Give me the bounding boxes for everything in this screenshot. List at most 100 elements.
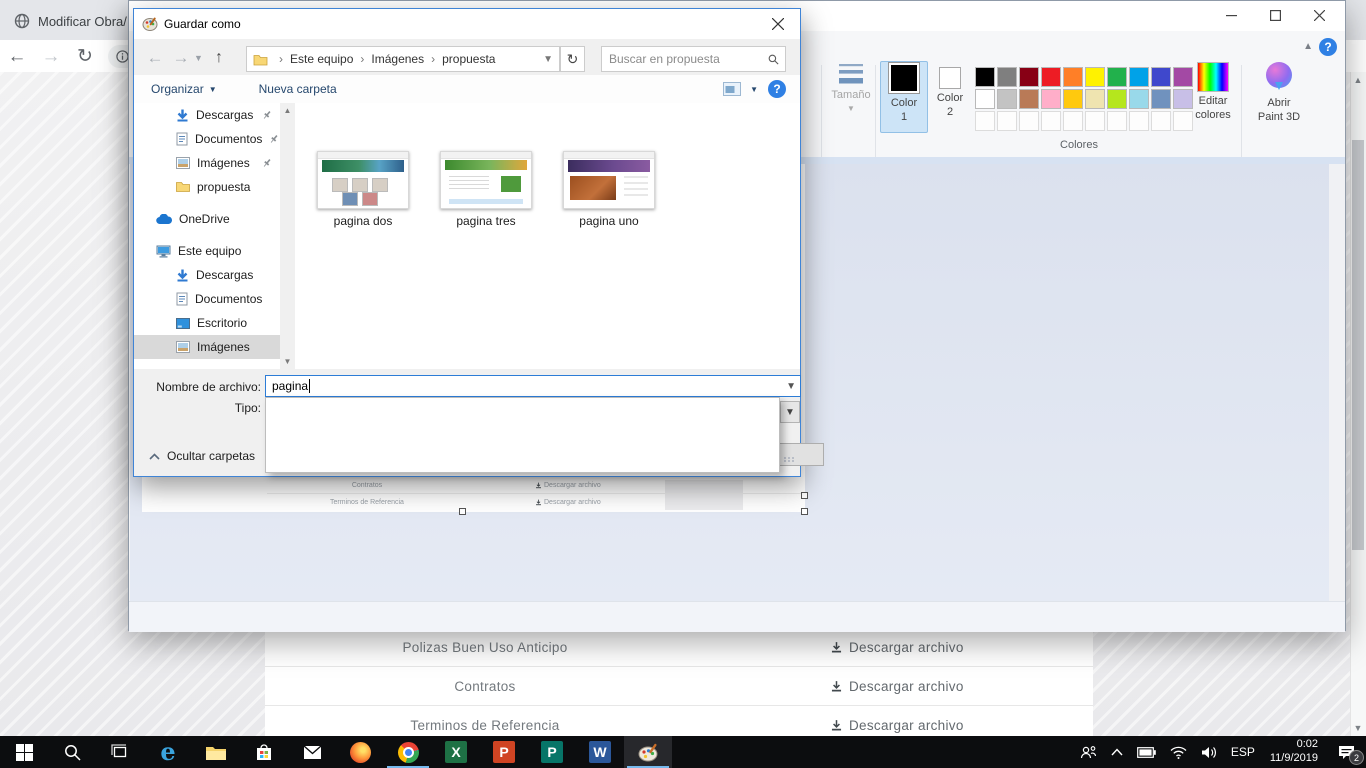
taskbar-publisher-button[interactable]: P	[528, 736, 576, 768]
palette-color-swatch[interactable]	[1129, 67, 1149, 87]
palette-color-swatch[interactable]	[975, 67, 995, 87]
open-paint3d-button[interactable]: Abrir Paint 3D	[1251, 61, 1307, 133]
palette-empty-cell[interactable]	[997, 111, 1017, 131]
sidebar-item-documentos[interactable]: Documentos	[134, 287, 280, 311]
palette-empty-cell[interactable]	[1107, 111, 1127, 131]
taskbar-firefox-button[interactable]	[336, 736, 384, 768]
sidebar-item-descargas[interactable]: Descargas	[134, 103, 280, 127]
scroll-down-icon[interactable]: ▼	[1350, 720, 1366, 736]
palette-color-swatch[interactable]	[1041, 67, 1061, 87]
breadcrumb-item[interactable]: propuesta	[442, 52, 495, 66]
palette-empty-cell[interactable]	[1041, 111, 1061, 131]
up-icon[interactable]: ↑	[206, 49, 232, 67]
battery-icon[interactable]	[1130, 736, 1163, 768]
taskbar-paint-button[interactable]	[624, 736, 672, 768]
browser-reload-icon[interactable]: ↻	[68, 47, 102, 66]
taskbar-chrome-button[interactable]	[384, 736, 432, 768]
language-indicator[interactable]: ESP	[1224, 736, 1262, 768]
dialog-close-button[interactable]	[755, 9, 800, 38]
minimize-button[interactable]	[1209, 1, 1253, 30]
palette-color-swatch[interactable]	[1151, 67, 1171, 87]
chevron-down-icon[interactable]: ▼	[750, 85, 758, 94]
tray-clock[interactable]: 0:02 11/9/2019	[1262, 738, 1326, 766]
scroll-up-icon[interactable]: ▲	[280, 103, 295, 118]
palette-color-swatch[interactable]	[1085, 89, 1105, 109]
dialog-resize-grip[interactable]	[784, 457, 795, 462]
sidebar-item-descargas[interactable]: Descargas	[134, 263, 280, 287]
taskbar-mail-button[interactable]	[288, 736, 336, 768]
chevron-down-icon[interactable]: ▼	[786, 381, 796, 392]
palette-color-swatch[interactable]	[975, 89, 995, 109]
sidebar-item-imágenes[interactable]: Imágenes	[134, 335, 280, 359]
palette-empty-cell[interactable]	[1151, 111, 1171, 131]
palette-color-swatch[interactable]	[1129, 89, 1149, 109]
forward-icon[interactable]: →	[168, 48, 194, 68]
paint-help-icon[interactable]: ?	[1319, 38, 1337, 56]
type-combobox-chevron[interactable]: ▼	[780, 401, 800, 423]
back-icon[interactable]: ←	[142, 48, 168, 68]
palette-empty-cell[interactable]	[975, 111, 995, 131]
browser-back-icon[interactable]: ←	[0, 47, 34, 66]
hide-folders-button[interactable]: Ocultar carpetas	[149, 449, 255, 463]
taskbar-start-button[interactable]	[0, 736, 48, 768]
taskbar-excel-button[interactable]: X	[432, 736, 480, 768]
canvas-vscrollbar[interactable]	[1329, 164, 1345, 601]
browser-scrollbar-thumb[interactable]	[1352, 140, 1364, 550]
maximize-button[interactable]	[1253, 1, 1297, 30]
palette-color-swatch[interactable]	[1019, 89, 1039, 109]
palette-empty-cell[interactable]	[1085, 111, 1105, 131]
file-item-pagina-tres[interactable]: pagina tres	[431, 151, 541, 228]
help-icon[interactable]: ?	[768, 80, 786, 98]
palette-color-swatch[interactable]	[1041, 89, 1061, 109]
collapse-ribbon-icon[interactable]: ▲	[1303, 41, 1313, 52]
taskbar-edge-button[interactable]: e	[144, 736, 192, 768]
breadcrumb-item[interactable]: Este equipo	[290, 52, 353, 66]
size-button[interactable]: Tamaño ▼	[827, 61, 875, 133]
color1-button[interactable]: Color 1	[880, 61, 928, 133]
volume-icon[interactable]	[1194, 736, 1224, 768]
scroll-up-icon[interactable]: ▲	[1350, 72, 1366, 88]
palette-empty-cell[interactable]	[1019, 111, 1039, 131]
sidebar-item-imágenes[interactable]: Imágenes	[134, 151, 280, 175]
filename-autocomplete-dropdown[interactable]	[265, 397, 780, 473]
palette-color-swatch[interactable]	[997, 89, 1017, 109]
search-input[interactable]	[602, 52, 768, 66]
download-link[interactable]: Descargar archivo	[830, 640, 964, 655]
breadcrumb-item[interactable]: Imágenes	[371, 52, 424, 66]
palette-color-swatch[interactable]	[997, 67, 1017, 87]
sidebar-item-este-equipo[interactable]: Este equipo	[134, 239, 280, 263]
palette-color-swatch[interactable]	[1019, 67, 1039, 87]
file-item-pagina-dos[interactable]: pagina dos	[308, 151, 418, 228]
palette-color-swatch[interactable]	[1085, 67, 1105, 87]
selection-handle-right[interactable]	[801, 492, 808, 499]
search-icon[interactable]	[768, 53, 779, 66]
wifi-icon[interactable]	[1163, 736, 1194, 768]
taskbar-store-button[interactable]	[240, 736, 288, 768]
tray-expand-icon[interactable]	[1104, 736, 1130, 768]
new-folder-button[interactable]: Nueva carpeta	[259, 82, 337, 96]
taskbar-task-view-button[interactable]	[96, 736, 144, 768]
edit-colors-button[interactable]: Editar colores	[1187, 61, 1239, 133]
view-mode-icon[interactable]	[723, 82, 741, 96]
sidebar-scrollbar[interactable]: ▲ ▼	[280, 103, 295, 369]
organize-button[interactable]: Organizar ▼	[151, 82, 217, 96]
file-item-pagina-uno[interactable]: pagina uno	[554, 151, 664, 228]
filename-input[interactable]: pagina ▼	[265, 375, 801, 397]
scroll-down-icon[interactable]: ▼	[280, 354, 295, 369]
taskbar-word-button[interactable]: W	[576, 736, 624, 768]
selection-handle-corner[interactable]	[801, 508, 808, 515]
palette-color-swatch[interactable]	[1063, 89, 1083, 109]
chrome-tab[interactable]: Modificar Obra/	[14, 9, 127, 33]
people-icon[interactable]	[1073, 736, 1104, 768]
recent-locations-icon[interactable]: ▼	[194, 53, 206, 63]
palette-color-swatch[interactable]	[1107, 89, 1127, 109]
taskbar-powerpoint-button[interactable]: P	[480, 736, 528, 768]
download-link[interactable]: Descargar archivo	[830, 718, 964, 733]
close-button[interactable]	[1297, 1, 1341, 30]
palette-color-swatch[interactable]	[1107, 67, 1127, 87]
palette-empty-cell[interactable]	[1129, 111, 1149, 131]
palette-color-swatch[interactable]	[1151, 89, 1171, 109]
taskbar-file-explorer-button[interactable]	[192, 736, 240, 768]
refresh-button[interactable]: ↻	[560, 46, 585, 72]
action-center-icon[interactable]: 2	[1326, 736, 1366, 768]
